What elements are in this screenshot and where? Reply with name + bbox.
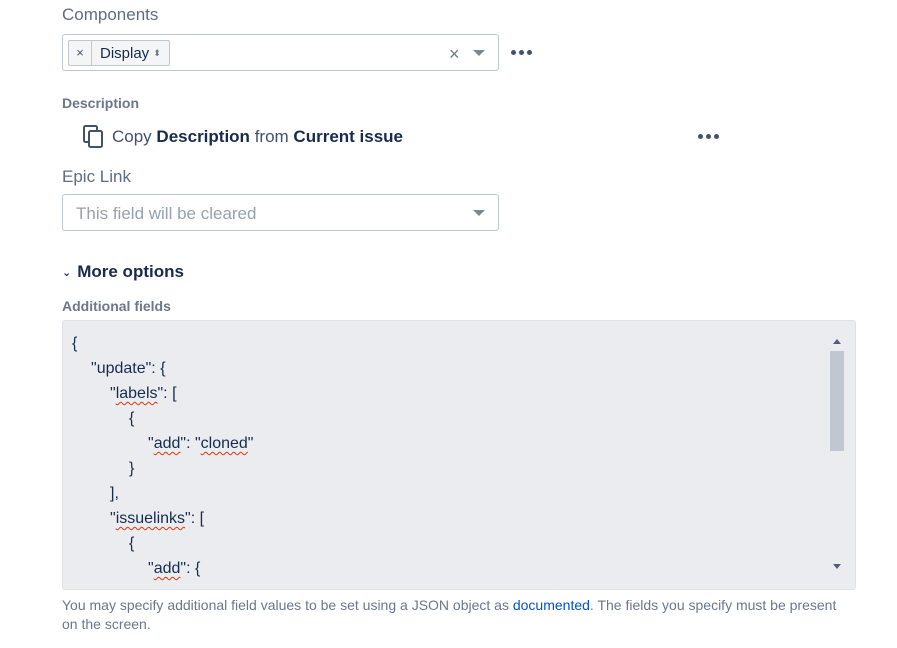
- copy-description-row: Copy Description from Current issue: [83, 125, 403, 149]
- dot: [527, 50, 532, 55]
- scroll-up-icon[interactable]: [833, 339, 841, 344]
- json-line: "update": {: [91, 360, 166, 377]
- more-options-label: More options: [77, 262, 184, 281]
- dot: [698, 134, 703, 139]
- component-tag: × Display ⬍: [68, 40, 170, 66]
- json-line: "add": {: [148, 560, 201, 577]
- copy-word: Copy: [112, 127, 152, 146]
- dot: [706, 134, 711, 139]
- more-options-toggle[interactable]: ⌄ More options: [62, 262, 184, 282]
- additional-fields-textarea[interactable]: { "update": { "labels": [ { "add": "cloned"}…: [62, 320, 856, 590]
- chevron-down-icon[interactable]: [473, 50, 485, 56]
- copy-icon: [83, 125, 103, 148]
- json-line: {: [129, 535, 135, 552]
- from-word: from: [254, 127, 289, 146]
- epic-link-select[interactable]: This field will be cleared: [62, 194, 499, 231]
- scrollbar[interactable]: [829, 333, 845, 575]
- help-before-link: You may specify additional field values …: [62, 597, 513, 613]
- tag-label: Display: [100, 44, 150, 62]
- components-more-button[interactable]: [511, 50, 532, 55]
- scroll-thumb[interactable]: [830, 351, 844, 451]
- json-content[interactable]: { "update": { "labels": [ { "add": "cloned"}…: [72, 331, 253, 581]
- dot: [519, 50, 524, 55]
- clear-icon[interactable]: ×: [449, 44, 460, 65]
- tag-remove-icon[interactable]: ×: [69, 41, 92, 65]
- components-label: Components: [62, 5, 159, 24]
- chevron-down-icon: ⌄: [62, 266, 72, 279]
- chevron-down-icon[interactable]: [473, 210, 485, 216]
- json-line: "add": "cloned": [148, 435, 254, 452]
- dot: [511, 50, 516, 55]
- dot: [714, 134, 719, 139]
- json-line: ],: [110, 485, 119, 502]
- sort-icon[interactable]: ⬍: [153, 48, 169, 57]
- additional-fields-label: Additional fields: [62, 298, 171, 314]
- epic-link-label: Epic Link: [62, 167, 131, 186]
- documented-link[interactable]: documented: [513, 597, 590, 613]
- json-line: {: [72, 335, 78, 352]
- epic-link-placeholder: This field will be cleared: [76, 204, 257, 223]
- description-more-button[interactable]: [698, 134, 719, 139]
- json-line: }: [129, 460, 135, 477]
- copy-source: Current issue: [293, 127, 404, 146]
- copy-field-name: Description: [156, 127, 250, 146]
- description-label: Description: [62, 95, 140, 111]
- json-line: {: [129, 410, 135, 427]
- json-line: "issuelinks": [: [110, 510, 205, 527]
- json-line: "labels": [: [110, 385, 177, 402]
- help-text: You may specify additional field values …: [62, 596, 852, 634]
- components-select[interactable]: × Display ⬍ ×: [62, 34, 499, 71]
- scroll-down-icon[interactable]: [833, 564, 841, 569]
